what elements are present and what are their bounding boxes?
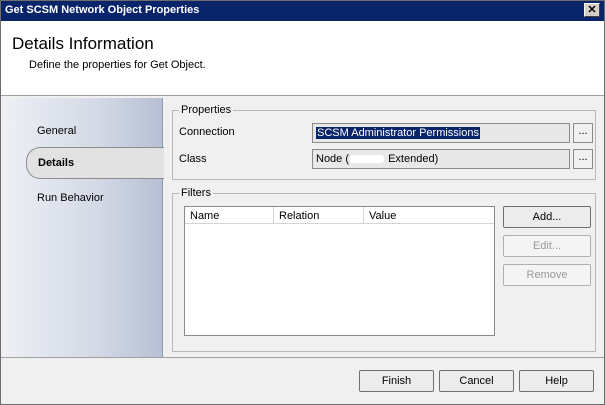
connection-label: Connection [179, 126, 235, 138]
add-filter-button[interactable]: Add... [503, 206, 591, 228]
class-browse-button[interactable]: ... [573, 149, 593, 169]
properties-group: Properties Connection SCSM Administrator… [172, 104, 596, 180]
help-button[interactable]: Help [519, 370, 594, 392]
column-header-value[interactable]: Value [364, 207, 494, 224]
column-header-name[interactable]: Name [185, 207, 274, 224]
filters-group: Filters Name Relation Value Add... Edit.… [172, 187, 596, 352]
dialog-window: Get SCSM Network Object Properties ✕ Det… [0, 0, 605, 405]
sidebar-item-details[interactable]: Details [26, 147, 165, 179]
sidebar-item-label: Details [38, 157, 75, 169]
edit-filter-button[interactable]: Edit... [503, 235, 591, 257]
dialog-footer: Finish Cancel Help [1, 357, 604, 404]
sidebar-item-general[interactable]: General [37, 125, 76, 137]
title-bar[interactable]: Get SCSM Network Object Properties ✕ [1, 1, 604, 21]
close-icon[interactable]: ✕ [584, 3, 600, 17]
class-label: Class [179, 153, 207, 165]
class-value-prefix: Node ( [316, 153, 350, 165]
connection-field[interactable]: SCSM Administrator Permissions [312, 123, 570, 143]
finish-button[interactable]: Finish [359, 370, 434, 392]
sidebar: General Details Run Behavior [2, 98, 165, 357]
cancel-button[interactable]: Cancel [439, 370, 514, 392]
page-title: Details Information [12, 34, 154, 53]
page-subtitle: Define the properties for Get Object. [29, 59, 206, 71]
remove-filter-button[interactable]: Remove [503, 264, 591, 286]
page-header: Details Information Define the propertie… [1, 21, 604, 96]
class-field[interactable]: Node ( Extended) [312, 149, 570, 169]
window-title: Get SCSM Network Object Properties [5, 4, 200, 16]
redacted-mask [350, 155, 385, 164]
filters-list-header: Name Relation Value [185, 207, 494, 224]
filters-list[interactable]: Name Relation Value [184, 206, 495, 336]
filters-legend: Filters [179, 187, 213, 199]
content-panel: Properties Connection SCSM Administrator… [164, 98, 604, 357]
sidebar-item-run-behavior[interactable]: Run Behavior [37, 192, 104, 204]
column-header-relation[interactable]: Relation [274, 207, 364, 224]
connection-browse-button[interactable]: ... [573, 123, 593, 143]
properties-legend: Properties [179, 104, 234, 116]
connection-value: SCSM Administrator Permissions [316, 127, 480, 139]
class-value-suffix: Extended) [385, 153, 439, 165]
